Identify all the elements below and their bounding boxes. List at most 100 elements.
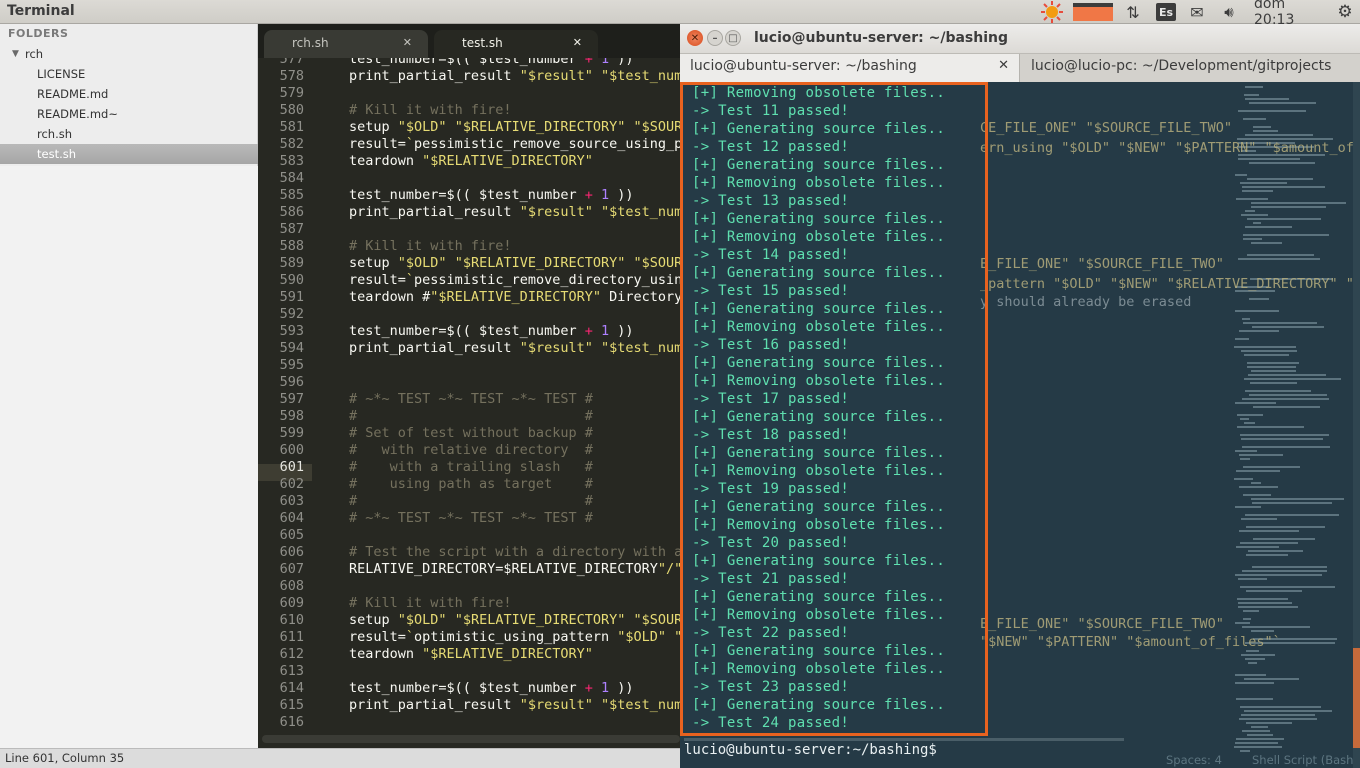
minimap-line (1253, 222, 1261, 224)
minimap-line (1241, 654, 1275, 656)
minimap-line (1238, 258, 1320, 260)
tab-test-sh[interactable]: test.sh ✕ (434, 30, 598, 58)
line-number: 577 (279, 58, 304, 67)
code-line[interactable]: # ~*~ TEST ~*~ TEST ~*~ TEST # (349, 510, 593, 527)
code-line[interactable]: result=`optimistic_using_pattern "$OLD" … (349, 629, 680, 646)
keyboard-layout-indicator[interactable]: Es (1155, 0, 1177, 24)
code-line[interactable]: teardown "$RELATIVE_DIRECTORY" (349, 153, 593, 170)
minimap-line (1252, 502, 1332, 504)
code-line[interactable]: setup "$OLD" "$RELATIVE_DIRECTORY" "$SOU… (349, 255, 680, 272)
minimap-line (1238, 606, 1298, 608)
minimap-line (1245, 226, 1292, 228)
code-line[interactable]: result=`pessimistic_remove_directory_usi… (349, 272, 680, 289)
minimap-line (1244, 422, 1255, 424)
volume-icon[interactable]: 🔊︎ (1217, 0, 1241, 24)
terminal-body[interactable]: CE_FILE_ONE" "$SOURCE_FILE_TWO" ern_usin… (680, 82, 1360, 768)
code-line[interactable]: test_number=$(( $test_number + 1 )) (349, 680, 634, 697)
code-line[interactable]: # ~*~ TEST ~*~ TEST ~*~ TEST # (349, 391, 593, 408)
minimap-line (1243, 466, 1300, 468)
code-line[interactable]: # Kill it with fire! (349, 238, 512, 255)
code-line[interactable]: print_partial_result "$result" "$test_nu… (349, 204, 680, 221)
mail-icon[interactable]: ✉ (1185, 0, 1209, 24)
minimap-line (1244, 678, 1299, 680)
code-line[interactable]: result=`pessimistic_remove_source_using_… (349, 136, 680, 153)
code-line[interactable]: RELATIVE_DIRECTORY=$RELATIVE_DIRECTORY"/… (349, 561, 680, 578)
sidebar-file-readme[interactable]: README.md (0, 84, 258, 104)
minimap-line (1249, 162, 1315, 164)
terminal-titlebar[interactable]: ✕ – □ lucio@ubuntu-server: ~/bashing (680, 24, 1360, 54)
line-number: 605 (279, 527, 304, 543)
line-number: 608 (279, 578, 304, 594)
sidebar-file-rch-sh[interactable]: rch.sh (0, 124, 258, 144)
code-line[interactable]: setup "$OLD" "$RELATIVE_DIRECTORY" "$SOU… (349, 612, 680, 629)
background-code-text: ern_using "$OLD" "$NEW" "$PATTERN" "$amo… (980, 140, 1360, 156)
code-line[interactable]: # with a trailing slash # (349, 459, 593, 476)
code-editor[interactable]: 577 578 579 580 581 582 583 584 585 586 587 588 589 5… (258, 58, 680, 732)
line-number: 585 (279, 187, 304, 203)
gear-icon[interactable]: ⚙ (1334, 0, 1356, 24)
system-load-indicator[interactable] (1073, 0, 1113, 24)
sidebar-file-license[interactable]: LICENSE (0, 64, 258, 84)
minimap-line (1235, 574, 1322, 576)
minimap-line (1243, 494, 1271, 496)
clock[interactable]: dom 20:13 (1254, 0, 1326, 28)
code-line[interactable]: # with relative directory # (349, 442, 593, 459)
minimap-line (1245, 98, 1289, 100)
sidebar: FOLDERS ▼ rch LICENSE README.md README.m… (0, 24, 258, 748)
line-number: 580 (279, 102, 304, 118)
weather-icon[interactable] (1040, 0, 1064, 24)
sidebar-file-test-sh[interactable]: test.sh (0, 144, 258, 164)
tab-label: test.sh (462, 36, 503, 50)
code-line[interactable]: # # (349, 493, 593, 510)
code-line[interactable]: test_number=$(( $test_number + 1 )) (349, 187, 634, 204)
line-number: 594 (279, 340, 304, 356)
minimap-line (1245, 134, 1313, 136)
terminal-tab-ubuntu-server[interactable]: lucio@ubuntu-server: ~/bashing ✕ (680, 54, 1020, 82)
close-icon[interactable]: ✕ (998, 58, 1009, 73)
minimap-line (1244, 94, 1259, 96)
line-number: 579 (279, 85, 304, 101)
maximize-window-button[interactable]: □ (725, 30, 741, 46)
minimap-line (1247, 218, 1321, 220)
code-line[interactable]: # # (349, 408, 593, 425)
code-line[interactable]: # using path as target # (349, 476, 593, 493)
code-line[interactable]: test_number=$(( $test_number + 1 )) (349, 58, 634, 68)
code-line[interactable]: # Kill it with fire! (349, 595, 512, 612)
network-icon[interactable]: ⇅ (1122, 0, 1144, 24)
line-number: 589 (279, 255, 304, 271)
minimap-line (1246, 526, 1325, 528)
minimap-line (1252, 326, 1324, 328)
minimap-line (1236, 738, 1284, 740)
minimap-line (1242, 186, 1325, 188)
code-line[interactable]: setup "$OLD" "$RELATIVE_DIRECTORY" "$SOU… (349, 119, 680, 136)
editor-horizontal-scrollbar[interactable] (262, 735, 680, 743)
background-code-text: y should already be erased (980, 294, 1192, 310)
minimap-line (1239, 330, 1279, 332)
line-number: 595 (279, 357, 304, 373)
minimize-window-button[interactable]: – (707, 30, 723, 46)
terminal-scrollbar-thumb[interactable] (1353, 648, 1360, 748)
sidebar-folder-rch[interactable]: ▼ rch (0, 44, 258, 64)
line-number: 596 (279, 374, 304, 390)
sidebar-file-readme-backup[interactable]: README.md~ (0, 104, 258, 124)
code-line[interactable]: teardown #"$RELATIVE_DIRECTORY" Director… (349, 289, 680, 306)
line-number: 615 (279, 697, 304, 713)
minimap-line (1253, 126, 1271, 128)
line-number: 613 (279, 663, 304, 679)
code-line[interactable]: # Kill it with fire! (349, 102, 512, 119)
code-line[interactable]: teardown "$RELATIVE_DIRECTORY" (349, 646, 593, 663)
close-icon[interactable]: ✕ (573, 36, 582, 49)
code-line[interactable]: print_partial_result "$result" "$test_nu… (349, 68, 680, 85)
close-window-button[interactable]: ✕ (687, 30, 703, 46)
close-icon[interactable]: ✕ (403, 36, 412, 49)
background-code-text: E_FILE_ONE" "$SOURCE_FILE_TWO" (980, 256, 1224, 272)
code-line[interactable]: test_number=$(( $test_number + 1 )) (349, 323, 634, 340)
tab-rch-sh[interactable]: rch.sh ✕ (264, 30, 428, 58)
minimap-line (1249, 298, 1269, 300)
terminal-tab-lucio-pc[interactable]: lucio@lucio-pc: ~/Development/gitproject… (1021, 54, 1360, 82)
code-line[interactable]: print_partial_result "$result" "$test_nu… (349, 340, 680, 357)
code-line[interactable]: print_partial_result "$result" "$test_nu… (349, 697, 680, 714)
minimap-line (1247, 362, 1299, 364)
code-line[interactable]: # Test the script with a directory with … (349, 544, 680, 561)
code-line[interactable]: # Set of test without backup # (349, 425, 593, 442)
